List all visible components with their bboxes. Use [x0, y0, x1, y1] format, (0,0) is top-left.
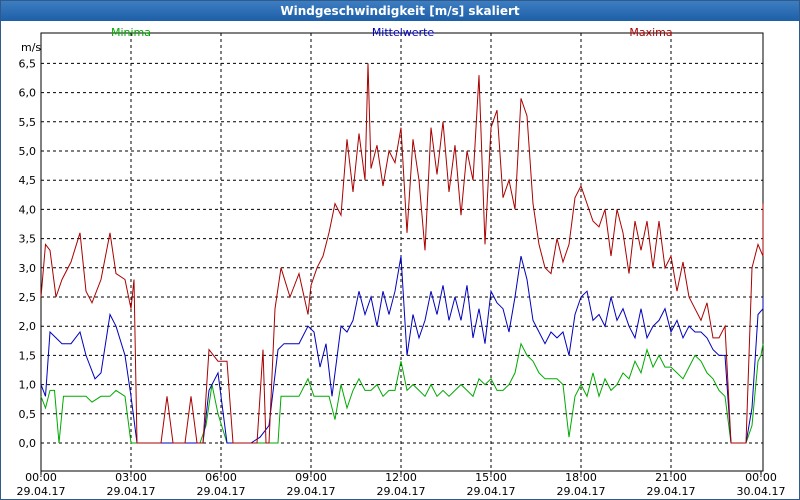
x-tick-time: 15:00 [475, 471, 507, 484]
x-tick-time: 21:00 [655, 471, 687, 484]
y-axis-ticks: 0,0 0,5 1,0 1,5 2,0 2,5 3,0 3,5 4,0 4,5 5,0 5,5 6,0 6… [19, 57, 37, 450]
y-tick-label: 0,5 [19, 408, 37, 421]
x-tick-time: 12:00 [385, 471, 417, 484]
x-tick-date: 29.04.17 [17, 485, 66, 498]
x-tick-time: 06:00 [205, 471, 237, 484]
y-tick-label: 3,0 [19, 262, 37, 275]
x-tick-date: 29.04.17 [377, 485, 426, 498]
legend-item-mittelwerte: Mittelwerte [372, 26, 435, 39]
y-tick-label: 0,0 [19, 437, 37, 450]
x-tick-time: 00:00 [25, 471, 57, 484]
x-tick-date: 29.04.17 [287, 485, 336, 498]
x-tick-date: 29.04.17 [107, 485, 156, 498]
x-tick-time: 09:00 [295, 471, 327, 484]
legend-item-maxima: Maxima [629, 26, 672, 39]
x-tick-date: 29.04.17 [467, 485, 516, 498]
x-axis-ticks: 00:0029.04.1703:0029.04.1706:0029.04.170… [17, 471, 786, 498]
x-tick-date: 30.04.17 [737, 485, 786, 498]
y-tick-label: 2,0 [19, 320, 37, 333]
legend-item-minima: Minima [111, 26, 151, 39]
y-tick-label: 1,5 [19, 349, 37, 362]
chart-window: Windgeschwindigkeit [m/s] skaliert 0,0 0,… [0, 0, 800, 500]
x-tick-date: 29.04.17 [557, 485, 606, 498]
x-tick-time: 18:00 [565, 471, 597, 484]
x-tick-date: 29.04.17 [197, 485, 246, 498]
y-axis-label: m/s [21, 41, 41, 54]
y-tick-label: 2,5 [19, 291, 37, 304]
y-tick-label: 4,5 [19, 174, 37, 187]
y-tick-label: 6,0 [19, 87, 37, 100]
y-tick-label: 1,0 [19, 379, 37, 392]
line-chart: 0,0 0,5 1,0 1,5 2,0 2,5 3,0 3,5 4,0 4,5 5,0 5,5 6,0 6… [17, 26, 786, 498]
y-tick-label: 6,5 [19, 57, 37, 70]
y-tick-label: 5,5 [19, 116, 37, 129]
x-tick-date: 29.04.17 [647, 485, 696, 498]
y-tick-label: 5,0 [19, 145, 37, 158]
x-tick-time: 03:00 [115, 471, 147, 484]
y-tick-label: 3,5 [19, 233, 37, 246]
y-tick-label: 4,0 [19, 203, 37, 216]
x-tick-time: 00:00 [745, 471, 777, 484]
